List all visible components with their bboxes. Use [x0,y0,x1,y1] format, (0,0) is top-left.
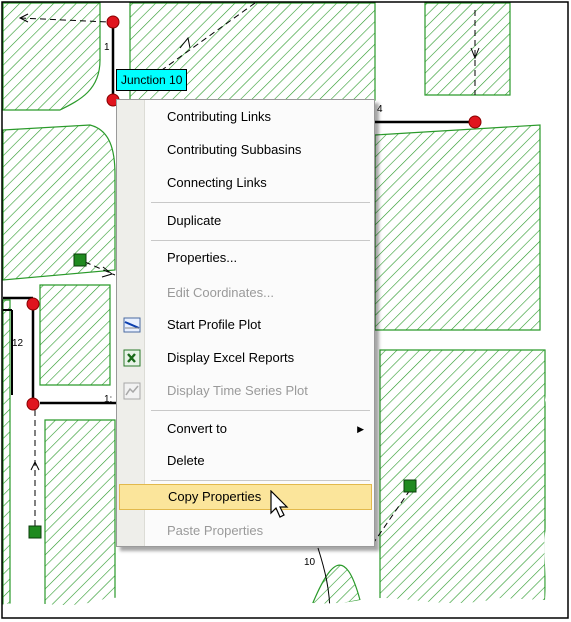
link-number: 12 [12,338,24,349]
menu-separator [151,240,370,241]
menu-item-convert-to[interactable]: Convert to ▶ [119,416,372,442]
menu-item-label: Start Profile Plot [167,317,261,332]
junction-label: Junction 10 [116,69,188,91]
menu-item-duplicate[interactable]: Duplicate [119,208,372,234]
time-series-icon [123,382,141,400]
menu-item-paste-properties[interactable]: Paste Properties [119,518,372,544]
menu-item-contributing-links[interactable]: Contributing Links [119,104,372,130]
menu-item-display-excel-reports[interactable]: Display Excel Reports [119,345,372,371]
menu-item-label: Display Excel Reports [167,350,295,365]
menu-item-edit-coordinates[interactable]: Edit Coordinates... [119,280,372,306]
link-number: 1: [104,394,113,405]
link-number: 1 [104,42,110,53]
link-number: 4 [377,104,383,115]
menu-item-contributing-subbasins[interactable]: Contributing Subbasins [119,137,372,163]
submenu-arrow-icon: ▶ [357,424,364,434]
menu-item-properties[interactable]: Properties... [119,245,372,271]
menu-item-display-time-series-plot[interactable]: Display Time Series Plot [119,378,372,404]
excel-icon [123,349,141,367]
menu-separator [151,202,370,203]
menu-item-copy-properties[interactable]: Copy Properties [119,484,372,510]
context-menu: Contributing Links Contributing Subbasin… [116,99,375,547]
menu-item-start-profile-plot[interactable]: Start Profile Plot [119,312,372,338]
menu-item-label: Convert to [167,421,227,436]
menu-separator [151,480,370,481]
profile-plot-icon [123,317,141,333]
link-number: 10 [304,557,316,568]
mouse-cursor-icon [270,490,289,518]
menu-item-label: Display Time Series Plot [167,383,308,398]
menu-item-delete[interactable]: Delete [119,448,372,474]
menu-separator [151,410,370,411]
menu-item-connecting-links[interactable]: Connecting Links [119,170,372,196]
